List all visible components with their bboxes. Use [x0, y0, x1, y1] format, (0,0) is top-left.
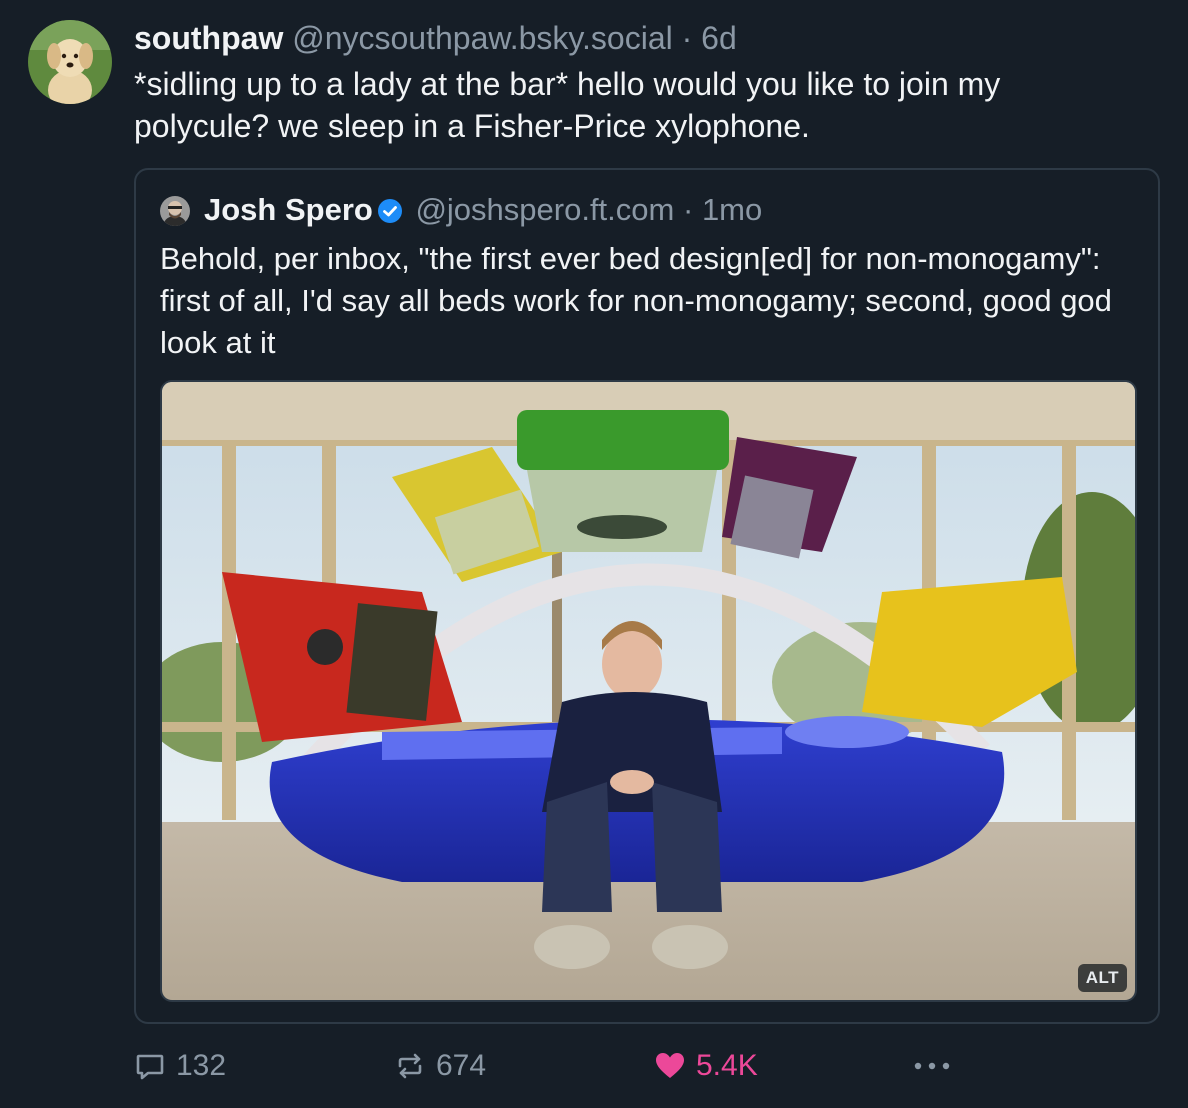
reply-icon: [136, 1054, 164, 1080]
quoted-post-text: Behold, per inbox, "the first ever bed d…: [160, 241, 1112, 360]
post-timestamp[interactable]: 6d: [701, 20, 737, 56]
repost-button[interactable]: 674: [394, 1046, 486, 1086]
post-header: southpaw @nycsouthpaw.bsky.social · 6d: [134, 18, 737, 58]
like-button[interactable]: 5.4K: [654, 1046, 758, 1086]
separator-dot: ·: [682, 192, 694, 227]
quoted-author-display-name[interactable]: Josh Spero: [204, 192, 373, 227]
post: southpaw @nycsouthpaw.bsky.social · 6d *…: [0, 0, 1188, 1108]
reply-button[interactable]: 132: [134, 1046, 226, 1086]
quoted-post-timestamp[interactable]: 1mo: [702, 192, 762, 227]
quoted-post-image[interactable]: ALT: [160, 380, 1137, 1002]
verified-badge-icon: [377, 194, 403, 223]
quoted-author-handle[interactable]: @joshspero.ft.com: [415, 192, 674, 227]
more-options-button[interactable]: [912, 1046, 962, 1086]
heart-icon: [656, 1053, 684, 1078]
author-display-name[interactable]: southpaw: [134, 20, 283, 56]
author-avatar[interactable]: [28, 20, 112, 104]
repost-icon: [398, 1053, 422, 1079]
more-icon: [914, 1062, 950, 1070]
reply-count: 132: [176, 1049, 227, 1082]
separator-dot: ·: [681, 20, 693, 56]
quoted-post-header: Josh Spero @joshspero.ft.com · 1mo: [204, 190, 762, 230]
post-actions: 132 674 5.4K: [0, 1040, 1188, 1090]
author-handle[interactable]: @nycsouthpaw.bsky.social: [292, 20, 673, 56]
like-count: 5.4K: [696, 1049, 758, 1082]
quoted-author-avatar[interactable]: [160, 196, 190, 226]
image-alt-badge[interactable]: ALT: [1077, 964, 1127, 992]
repost-count: 674: [436, 1049, 487, 1082]
quoted-post[interactable]: Josh Spero @joshspero.ft.com · 1mo Behol…: [134, 168, 1160, 1024]
post-text: *sidling up to a lady at the bar* hello …: [134, 66, 1001, 144]
